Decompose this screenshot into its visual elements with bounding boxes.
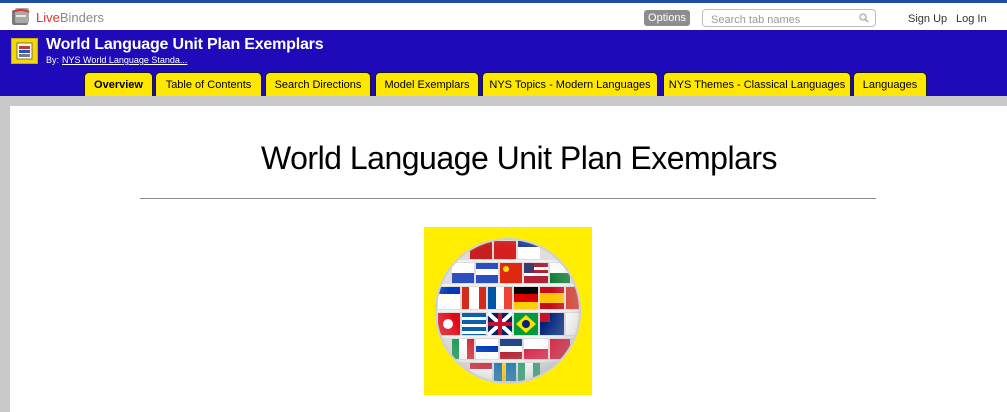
tab-content-area: World Language Unit Plan Exemplars bbox=[10, 106, 1007, 412]
binder-header: World Language Unit Plan Exemplars By: NY… bbox=[0, 30, 1007, 97]
signup-link[interactable]: Sign Up bbox=[908, 13, 947, 25]
flag-globe-image bbox=[424, 227, 592, 395]
tab-languages[interactable]: Languages bbox=[853, 72, 927, 96]
tab-nys-topics-modern-languages[interactable]: NYS Topics - Modern Languages bbox=[482, 72, 658, 96]
content-top-border bbox=[0, 96, 1007, 106]
tab-table-of-contents[interactable]: Table of Contents bbox=[155, 72, 262, 96]
search-icon[interactable] bbox=[859, 13, 869, 23]
content-left-border bbox=[0, 96, 10, 412]
livebinders-logo[interactable]: LiveBinders bbox=[10, 7, 104, 27]
options-button[interactable]: Options bbox=[644, 10, 690, 26]
binder-title: World Language Unit Plan Exemplars bbox=[46, 36, 324, 53]
top-bar: LiveBinders Options Sign Up Log In bbox=[0, 3, 1007, 30]
tab-nys-themes-classical-languages[interactable]: NYS Themes - Classical Languages bbox=[663, 72, 851, 96]
logo-live-text: Live bbox=[36, 9, 60, 25]
page-heading: World Language Unit Plan Exemplars bbox=[260, 140, 778, 176]
logo-binders-text: Binders bbox=[59, 9, 104, 25]
search-box bbox=[702, 9, 876, 28]
binder-thumbnail-image-icon bbox=[12, 39, 37, 63]
tab-model-exemplars[interactable]: Model Exemplars bbox=[375, 72, 479, 96]
binder-byline: By: NYS World Language Standa... bbox=[46, 55, 187, 65]
binder-thumbnail[interactable] bbox=[11, 38, 38, 64]
author-link[interactable]: NYS World Language Standa... bbox=[62, 55, 187, 65]
logo-text: LiveBinders bbox=[36, 10, 104, 25]
flag-globe-icon bbox=[435, 238, 581, 384]
search-input[interactable] bbox=[703, 12, 853, 28]
tab-search-directions[interactable]: Search Directions bbox=[265, 72, 371, 96]
heading-divider bbox=[140, 198, 876, 199]
binder-logo-icon bbox=[12, 8, 30, 25]
by-label: By: bbox=[46, 55, 60, 65]
login-link[interactable]: Log In bbox=[956, 13, 987, 25]
tab-overview[interactable]: Overview bbox=[84, 72, 153, 97]
